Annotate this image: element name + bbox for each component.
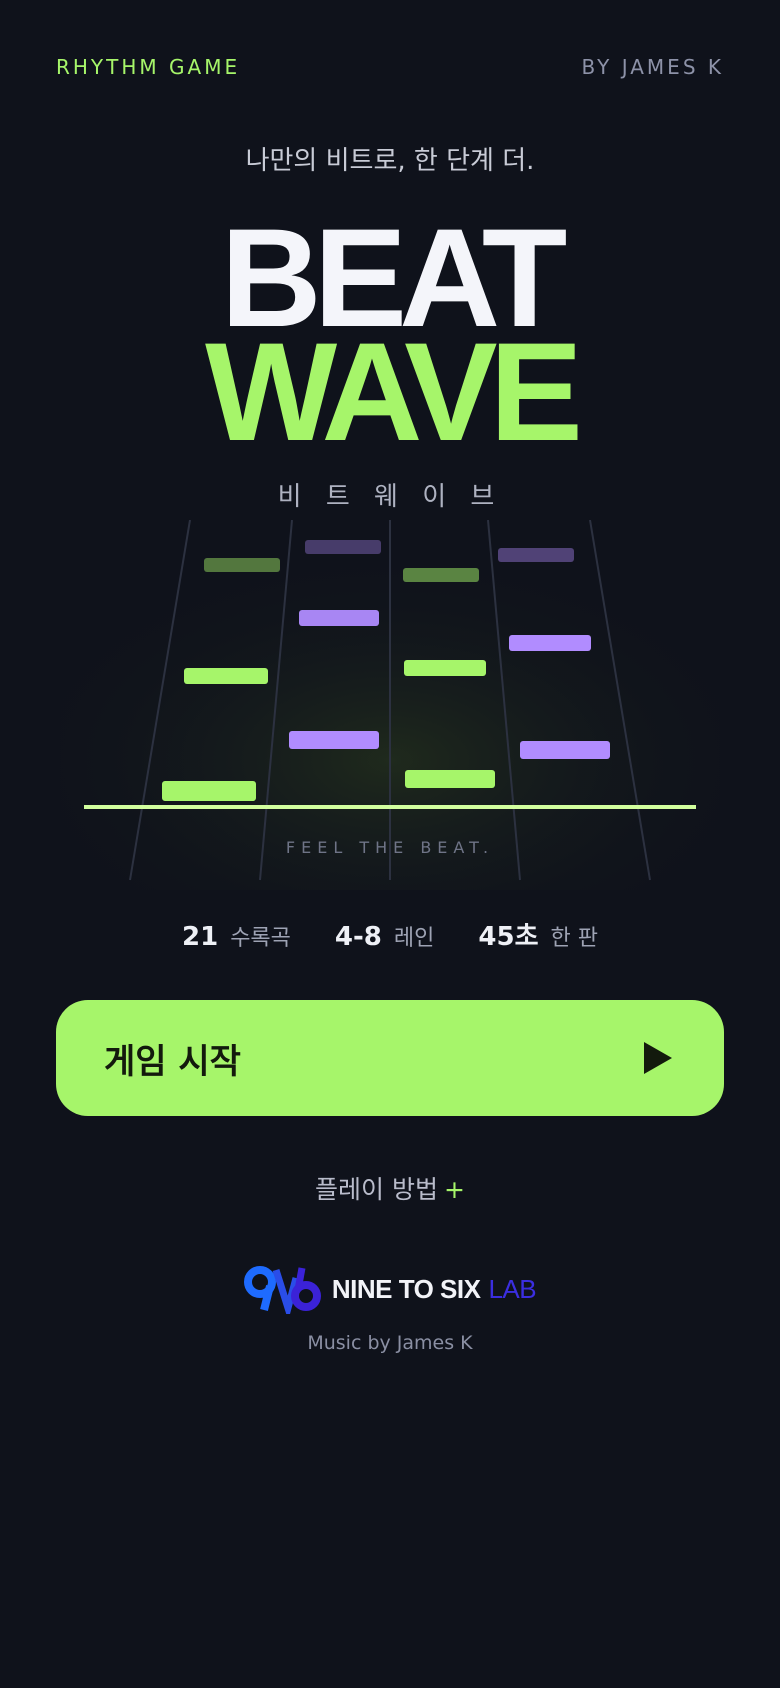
stat-label: 수록곡: [230, 926, 291, 951]
start-game-label: 게임 시작: [104, 1041, 241, 1082]
note-green: [162, 781, 256, 801]
author-label: BY JAMES K: [581, 55, 724, 79]
start-game-button[interactable]: 게임 시작: [56, 1000, 724, 1116]
rhythm-lanes-illustration: [60, 520, 720, 890]
stat-duration: 45초 한 판: [478, 916, 598, 953]
stat-label: 레인: [393, 926, 435, 951]
note-green: [404, 660, 486, 676]
stat-value: 45초: [478, 922, 539, 952]
logo-text: NINE TO SIX LAB: [331, 1273, 537, 1304]
brand-label: RHYTHM GAME: [56, 55, 241, 79]
stats-row: 21 수록곡 4-8 레인 45초 한 판: [0, 916, 780, 953]
note-purple: [305, 540, 381, 554]
music-credit: Music by James K: [307, 1332, 473, 1354]
plus-icon: +: [444, 1175, 465, 1204]
note-purple: [299, 610, 379, 626]
stat-value: 21: [182, 922, 219, 952]
note-green: [405, 770, 495, 788]
stat-songs: 21 수록곡: [182, 920, 291, 952]
nine-to-six-lab-logo: NINE TO SIX LAB: [0, 1264, 780, 1314]
how-to-play-label: 플레이 방법: [315, 1175, 438, 1204]
top-bar: RHYTHM GAME BY JAMES K: [56, 50, 724, 84]
play-icon: [644, 1042, 672, 1074]
logo-mark-icon: [243, 1266, 321, 1314]
note-green: [204, 558, 280, 572]
note-green: [184, 668, 268, 684]
note-purple: [498, 548, 574, 562]
tagline: 나만의 비트로, 한 단계 더.: [245, 146, 535, 176]
note-purple: [509, 635, 591, 651]
stat-value: 4-8: [334, 922, 382, 952]
feel-the-beat-caption: FEEL THE BEAT.: [285, 838, 495, 857]
stat-lanes: 4-8 레인: [335, 920, 434, 952]
title-wave: WAVE: [205, 313, 583, 470]
title-korean-subtitle: 비 트 웨 이 브: [277, 482, 503, 512]
stat-label: 한 판: [550, 926, 598, 951]
note-purple: [520, 741, 610, 759]
note-purple: [289, 731, 379, 749]
note-green: [403, 568, 479, 582]
how-to-play-link[interactable]: 플레이 방법 +: [0, 1170, 780, 1206]
logo-lab-text: LAB: [488, 1273, 537, 1304]
